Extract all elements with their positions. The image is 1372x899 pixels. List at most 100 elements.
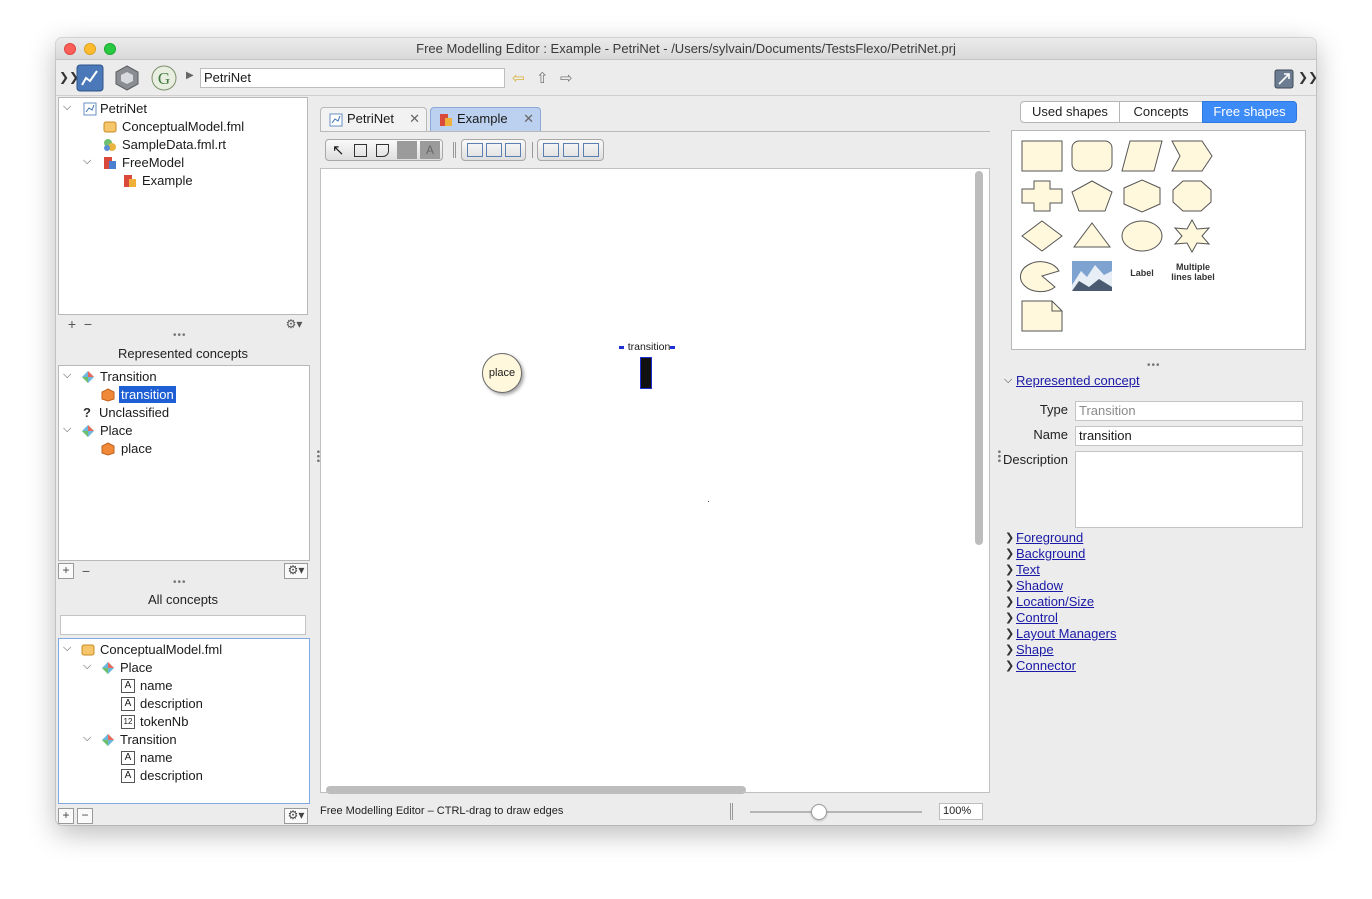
selection-handle[interactable] — [619, 346, 624, 349]
zoom-field[interactable]: 100% — [939, 803, 983, 820]
splitter-grip[interactable]: ••• — [173, 577, 187, 588]
remove-icon[interactable]: − — [74, 563, 98, 579]
expand-toggle-icon[interactable]: ⌵ — [83, 155, 91, 168]
section-background[interactable]: Background — [1016, 546, 1085, 561]
expand-toggle-icon[interactable]: ⌵ — [63, 423, 71, 436]
forward-arrow-icon[interactable]: ⇨ — [560, 69, 573, 87]
back-arrow-icon[interactable]: ⇦ — [512, 69, 525, 87]
image-shape-icon[interactable] — [1069, 259, 1115, 293]
align-right-icon[interactable] — [505, 143, 521, 157]
main-toolbar: ❯❯ G ▶ PetriNet ⇦ ⇧ ⇨ ❯❯ — [56, 60, 1316, 96]
chevron-right-icon[interactable]: ❯ — [1005, 563, 1014, 576]
place-shape[interactable]: place — [482, 353, 522, 393]
arc-shape-icon[interactable] — [1019, 259, 1065, 293]
select-tool-icon[interactable]: ↖ — [332, 141, 345, 159]
model-perspective-icon[interactable] — [113, 64, 141, 92]
ellipse-shape-icon[interactable] — [1119, 219, 1165, 253]
section-connector[interactable]: Connector — [1016, 658, 1076, 673]
remove-icon[interactable]: − — [76, 316, 100, 332]
chevron-right-icon[interactable]: ❯ — [1005, 627, 1014, 640]
diagram-canvas[interactable]: place transition — [320, 168, 990, 793]
connector-tool-icon[interactable] — [397, 141, 417, 159]
code-perspective-icon[interactable]: G — [150, 64, 178, 92]
chevron-right-icon[interactable]: ❯ — [1005, 595, 1014, 608]
chevron-shape-icon[interactable] — [1169, 139, 1215, 173]
text-tool-icon[interactable]: A — [420, 141, 440, 159]
align-left-icon[interactable] — [467, 143, 483, 157]
rectangle-shape-icon[interactable] — [1019, 139, 1065, 173]
triangle-shape-icon[interactable] — [1069, 219, 1115, 253]
chevron-right-icon[interactable]: ❯ — [1005, 643, 1014, 656]
close-window-button[interactable] — [64, 43, 76, 55]
layout-toggle-icon[interactable] — [1274, 69, 1294, 89]
expand-toggle-icon[interactable]: ⌵ — [63, 101, 71, 114]
section-shape[interactable]: Shape — [1016, 642, 1054, 657]
section-control[interactable]: Control — [1016, 610, 1058, 625]
tab-free-shapes[interactable]: Free shapes — [1202, 101, 1297, 123]
minimize-window-button[interactable] — [84, 43, 96, 55]
align-middle-icon[interactable] — [563, 143, 579, 157]
expand-toggle-icon[interactable]: ⌵ — [63, 642, 71, 655]
section-location-size[interactable]: Location/Size — [1016, 594, 1094, 609]
diamond-shape-icon[interactable] — [1019, 219, 1065, 253]
concept-icon — [81, 370, 95, 384]
octagon-shape-icon[interactable] — [1169, 179, 1215, 213]
tab-concepts[interactable]: Concepts — [1119, 101, 1203, 123]
section-text[interactable]: Text — [1016, 562, 1040, 577]
name-field[interactable]: transition — [1075, 426, 1303, 446]
path-field[interactable]: PetriNet — [200, 68, 505, 88]
zoom-slider[interactable] — [750, 804, 922, 820]
close-tab-icon[interactable]: ✕ — [409, 108, 420, 130]
add-button[interactable]: + — [58, 563, 74, 579]
selection-handle[interactable] — [670, 346, 675, 349]
section-foreground[interactable]: Foreground — [1016, 530, 1083, 545]
transition-shape[interactable] — [640, 357, 652, 389]
gear-menu-button[interactable]: ⚙▾ — [284, 563, 308, 579]
chevron-right-icon[interactable]: ❯ — [1005, 547, 1014, 560]
tab-used-shapes[interactable]: Used shapes — [1020, 101, 1120, 123]
section-shadow[interactable]: Shadow — [1016, 578, 1063, 593]
parallelogram-shape-icon[interactable] — [1119, 139, 1165, 173]
shape-tool-icon[interactable] — [376, 144, 389, 157]
zoom-window-button[interactable] — [104, 43, 116, 55]
label-shape-tool[interactable]: Label — [1119, 268, 1165, 278]
tab-example[interactable]: Example ✕ — [430, 107, 541, 131]
chevron-down-icon[interactable]: ⌵ — [1004, 374, 1012, 387]
rounded-rectangle-shape-icon[interactable] — [1069, 139, 1115, 173]
gear-menu-button[interactable]: ⚙▾ — [284, 808, 308, 824]
chevron-right-icon[interactable]: ❯ — [1005, 659, 1014, 672]
chevron-right-icon[interactable]: ❯ — [1005, 579, 1014, 592]
chevron-right-icon[interactable]: ❯ — [1005, 611, 1014, 624]
pentagon-shape-icon[interactable] — [1069, 179, 1115, 213]
align-bottom-icon[interactable] — [583, 143, 599, 157]
chevron-right-icon[interactable]: ❯ — [1005, 531, 1014, 544]
collapse-right-icon[interactable]: ❯❯ — [1298, 70, 1316, 84]
section-layout-managers[interactable]: Layout Managers — [1016, 626, 1116, 641]
star-shape-icon[interactable] — [1169, 219, 1215, 253]
expand-toggle-icon[interactable]: ⌵ — [63, 369, 71, 382]
rectangle-tool-icon[interactable] — [354, 144, 367, 157]
zoom-slider-thumb[interactable] — [811, 804, 827, 820]
cross-shape-icon[interactable] — [1019, 179, 1065, 213]
multiline-label-shape-tool[interactable]: Multiple lines label — [1165, 262, 1221, 282]
close-tab-icon[interactable]: ✕ — [523, 108, 534, 130]
horizontal-scrollbar[interactable] — [326, 786, 746, 794]
add-button[interactable]: + — [58, 808, 74, 824]
tab-petrinet[interactable]: PetriNet ✕ — [320, 107, 427, 131]
expand-toggle-icon[interactable]: ⌵ — [83, 660, 91, 673]
vertical-scrollbar[interactable] — [975, 171, 983, 545]
hexagon-shape-icon[interactable] — [1119, 179, 1165, 213]
represented-concept-header[interactable]: Represented concept — [1016, 373, 1140, 388]
splitter-grip[interactable]: ••• — [1147, 360, 1161, 371]
diagram-perspective-icon[interactable] — [76, 64, 104, 92]
splitter-grip[interactable]: ••• — [173, 330, 187, 341]
expand-toggle-icon[interactable]: ⌵ — [83, 732, 91, 745]
align-center-icon[interactable] — [486, 143, 502, 157]
remove-button[interactable]: − — [77, 808, 93, 824]
up-arrow-icon[interactable]: ⇧ — [536, 69, 549, 87]
concepts-search-input[interactable] — [60, 615, 306, 635]
description-field[interactable] — [1075, 451, 1303, 528]
note-shape-icon[interactable] — [1019, 299, 1065, 333]
gear-menu-icon[interactable]: ⚙▾ — [282, 316, 306, 332]
align-top-icon[interactable] — [543, 143, 559, 157]
